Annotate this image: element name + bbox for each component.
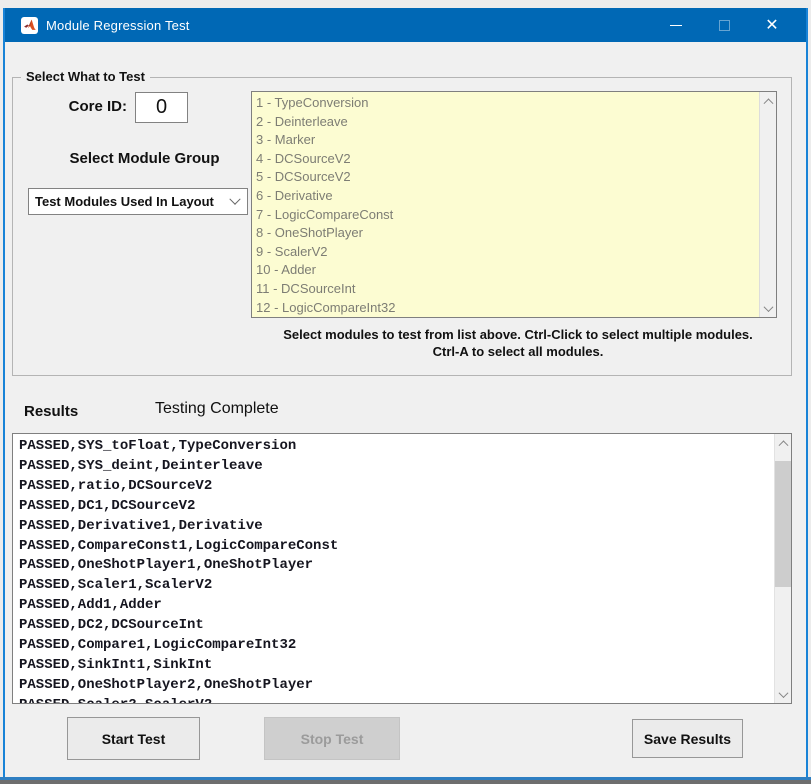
module-regression-test-window: Module Regression Test ✕ Select What to … [3, 8, 808, 777]
hint-line-2: Ctrl-A to select all modules. [253, 343, 783, 360]
result-line: PASSED,ratio,DCSourceV2 [13, 477, 774, 497]
result-line: PASSED,DC2,DCSourceInt [13, 616, 774, 636]
chevron-down-icon [229, 193, 240, 204]
result-line: PASSED,SYS_toFloat,TypeConversion [13, 437, 774, 457]
module-listbox[interactable]: 1 - TypeConversion 2 - Deinterleave 3 - … [251, 91, 777, 318]
result-line: PASSED,OneShotPlayer1,OneShotPlayer [13, 556, 774, 576]
scroll-up-icon[interactable] [760, 92, 777, 109]
module-list-items: 1 - TypeConversion 2 - Deinterleave 3 - … [252, 94, 759, 317]
module-list-item[interactable]: 4 - DCSourceV2 [252, 150, 759, 169]
minimize-icon [670, 25, 682, 26]
titlebar[interactable]: Module Regression Test ✕ [5, 8, 806, 42]
window-title: Module Regression Test [46, 18, 190, 33]
scroll-up-icon[interactable] [775, 434, 792, 451]
module-list-item[interactable]: 8 - OneShotPlayer [252, 224, 759, 243]
result-line: PASSED,Compare1,LogicCompareInt32 [13, 636, 774, 656]
result-line: PASSED,OneShotPlayer2,OneShotPlayer [13, 676, 774, 696]
testing-status-text: Testing Complete [155, 400, 279, 418]
result-line: PASSED,Derivative1,Derivative [13, 517, 774, 537]
maximize-button[interactable] [700, 8, 748, 42]
result-line: PASSED,Scaler1,ScalerV2 [13, 576, 774, 596]
start-test-button[interactable]: Start Test [67, 717, 200, 760]
result-line: PASSED,CompareConst1,LogicCompareConst [13, 537, 774, 557]
module-select-hint: Select modules to test from list above. … [253, 326, 783, 360]
result-line: PASSED,SYS_deint,Deinterleave [13, 457, 774, 477]
stop-test-button[interactable]: Stop Test [264, 717, 400, 760]
dropdown-selected-value: Test Modules Used In Layout [35, 194, 214, 209]
results-label: Results [24, 403, 78, 420]
results-lines: PASSED,SYS_toFloat,TypeConversion PASSED… [13, 437, 774, 704]
module-list-item[interactable]: 5 - DCSourceV2 [252, 168, 759, 187]
close-button[interactable]: ✕ [748, 8, 796, 42]
result-line: PASSED,Add1,Adder [13, 596, 774, 616]
module-list-item[interactable]: 1 - TypeConversion [252, 94, 759, 113]
module-group-dropdown[interactable]: Test Modules Used In Layout [28, 188, 248, 215]
module-list-item[interactable]: 3 - Marker [252, 131, 759, 150]
module-list-item[interactable]: 2 - Deinterleave [252, 113, 759, 132]
select-what-to-test-group: Select What to Test Core ID: Select Modu… [12, 77, 792, 376]
module-list-item[interactable]: 12 - LogicCompareInt32 [252, 299, 759, 318]
background-strip [0, 780, 811, 784]
group-legend: Select What to Test [21, 69, 150, 84]
module-list-item[interactable]: 7 - LogicCompareConst [252, 206, 759, 225]
results-scrollbar[interactable] [774, 434, 791, 703]
module-list-item[interactable]: 9 - ScalerV2 [252, 243, 759, 262]
results-listbox[interactable]: PASSED,SYS_toFloat,TypeConversion PASSED… [12, 433, 792, 704]
module-group-label: Select Module Group [37, 150, 252, 167]
result-line: PASSED,SinkInt1,SinkInt [13, 656, 774, 676]
scrollbar-thumb[interactable] [775, 461, 792, 587]
module-list-scrollbar[interactable] [759, 92, 776, 317]
core-id-input[interactable] [135, 92, 188, 123]
scroll-down-icon[interactable] [775, 686, 792, 703]
maximize-icon [719, 20, 730, 31]
matlab-logo-icon [21, 17, 38, 34]
scroll-down-icon[interactable] [760, 300, 777, 317]
module-list-item[interactable]: 11 - DCSourceInt [252, 280, 759, 299]
save-results-button[interactable]: Save Results [632, 719, 743, 758]
minimize-button[interactable] [652, 8, 700, 42]
hint-line-1: Select modules to test from list above. … [253, 326, 783, 343]
result-line: PASSED,DC1,DCSourceV2 [13, 497, 774, 517]
result-line: PASSED,Scaler2,ScalerV2 [13, 696, 774, 704]
module-list-item[interactable]: 10 - Adder [252, 261, 759, 280]
core-id-label: Core ID: [49, 98, 127, 115]
module-list-item[interactable]: 6 - Derivative [252, 187, 759, 206]
